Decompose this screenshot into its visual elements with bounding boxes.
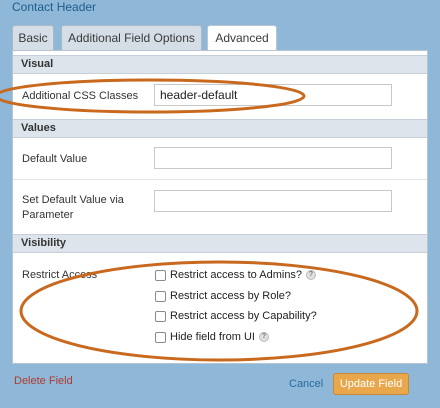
option-restrict-role[interactable]: Restrict access by Role? xyxy=(155,289,291,303)
tab-additional-field-options[interactable]: Additional Field Options xyxy=(61,25,202,50)
section-header-values: Values xyxy=(13,119,427,138)
restrict-admins-checkbox[interactable] xyxy=(155,269,166,281)
option-restrict-capability[interactable]: Restrict access by Capability? xyxy=(155,309,317,323)
default-param-label-line1: Set Default Value via xyxy=(22,194,124,206)
default-param-input[interactable] xyxy=(154,190,392,212)
default-value-label: Default Value xyxy=(22,153,88,165)
tab-basic[interactable]: Basic xyxy=(12,25,54,50)
restrict-capability-checkbox[interactable] xyxy=(155,310,166,322)
section-header-visibility: Visibility xyxy=(13,234,427,253)
option-restrict-admins[interactable]: Restrict access to Admins? ? xyxy=(155,268,317,282)
tab-advanced[interactable]: Advanced xyxy=(207,25,277,51)
option-hide-field[interactable]: Hide field from UI ? xyxy=(155,330,269,344)
restrict-role-label: Restrict access by Role? xyxy=(170,290,292,302)
advanced-panel: Visual Additional CSS Classes Values Def… xyxy=(12,50,428,364)
delete-field-link[interactable]: Delete Field xyxy=(14,375,73,387)
default-param-label-line2: Parameter xyxy=(22,209,74,221)
css-classes-label: Additional CSS Classes xyxy=(22,90,139,102)
help-icon[interactable]: ? xyxy=(306,270,317,280)
field-title: Contact Header xyxy=(12,0,97,14)
css-classes-input[interactable] xyxy=(154,84,392,106)
row-divider xyxy=(13,179,427,180)
hide-field-label: Hide field from UI xyxy=(170,331,255,343)
section-header-visual: Visual xyxy=(13,55,427,74)
help-icon[interactable]: ? xyxy=(258,332,269,342)
default-value-input[interactable] xyxy=(154,147,392,169)
hide-field-checkbox[interactable] xyxy=(155,331,166,343)
restrict-access-label: Restrict Access xyxy=(22,269,98,281)
restrict-role-checkbox[interactable] xyxy=(155,290,166,302)
cancel-link[interactable]: Cancel xyxy=(289,378,323,390)
update-field-button[interactable]: Update Field xyxy=(333,373,409,395)
restrict-admins-label: Restrict access to Admins? xyxy=(170,269,303,281)
restrict-capability-label: Restrict access by Capability? xyxy=(170,310,317,322)
